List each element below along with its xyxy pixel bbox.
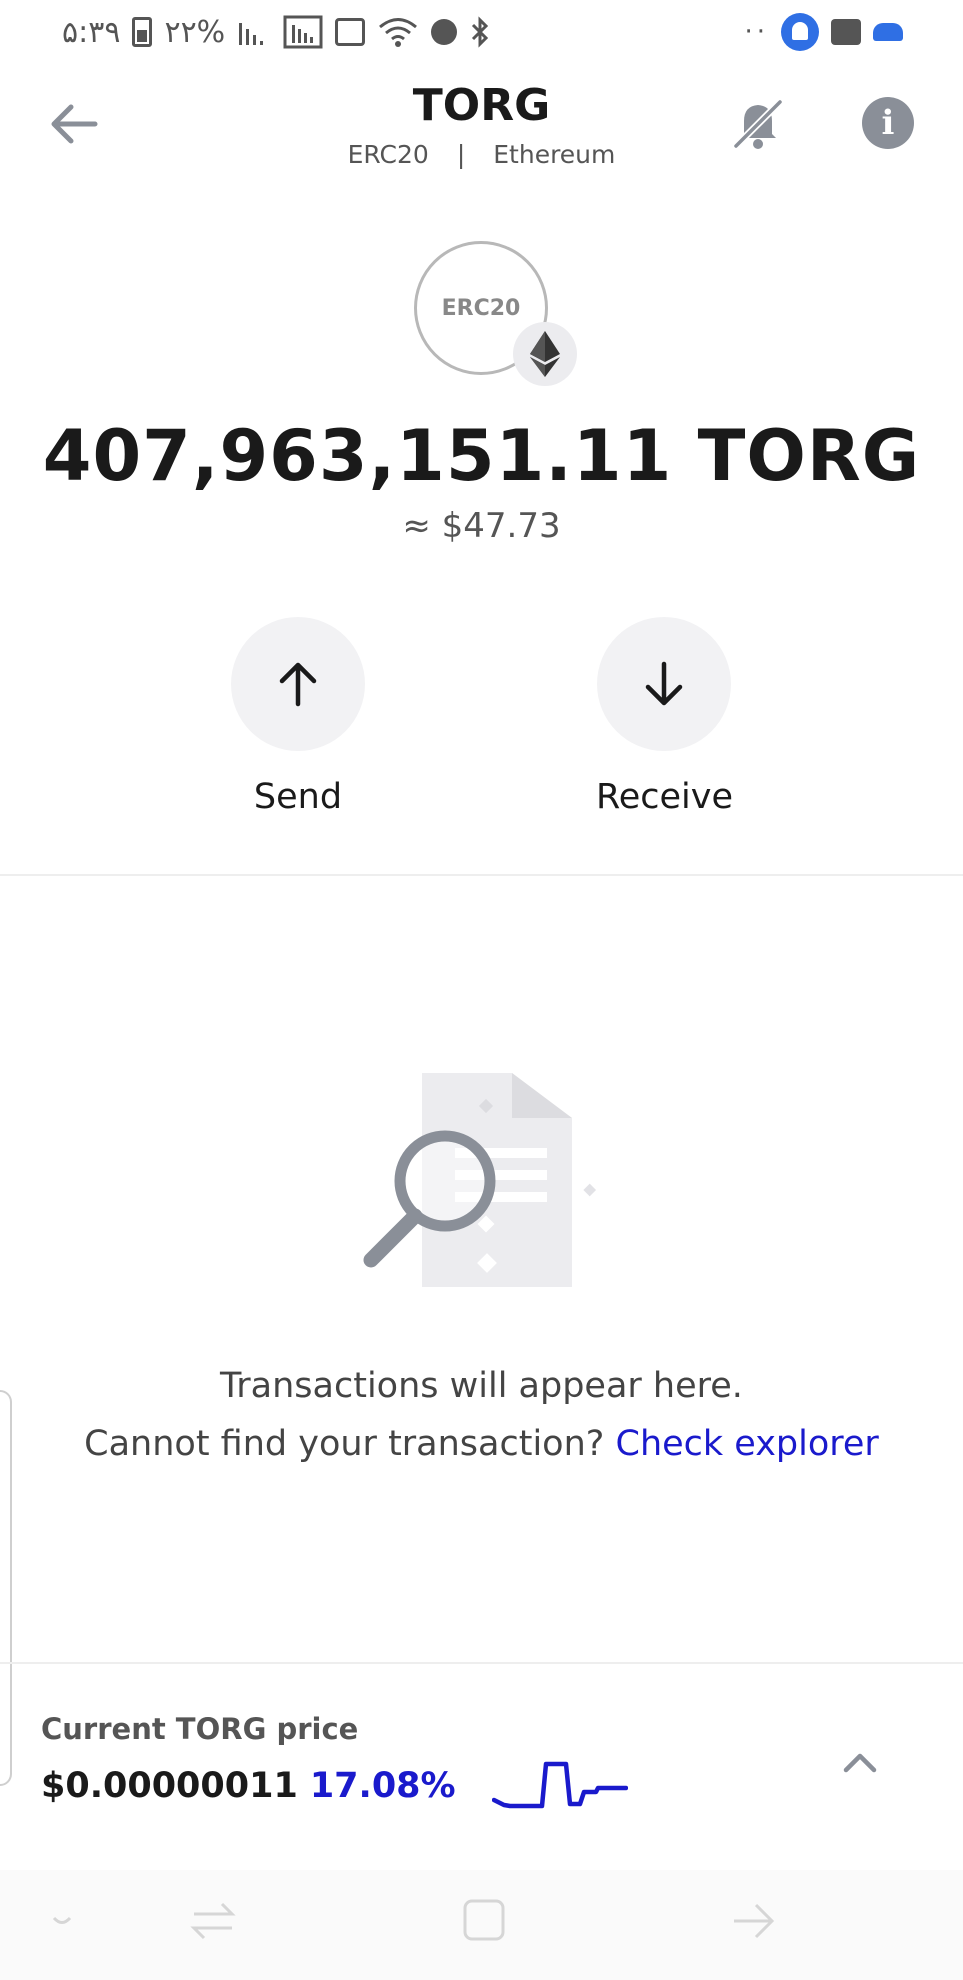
empty-state-message: Transactions will appear here. [220, 1366, 743, 1406]
more-notifications-icon: ·· [744, 17, 769, 47]
token-standard: ERC20 [347, 140, 429, 169]
system-nav-bar [0, 1870, 963, 1980]
top-app-bar: TORG ERC20 | Ethereum i [0, 64, 963, 184]
message-icon [335, 15, 366, 49]
info-icon: i [881, 103, 895, 143]
nav-dot-button[interactable] [52, 1912, 72, 1931]
screen: ۵:۳۹ ۲۲% ·· TORG ERC20 | Ethereum i ERC2… [0, 0, 963, 1980]
home-button[interactable] [462, 1898, 506, 1946]
bell-off-icon [733, 99, 783, 149]
token-balance: 407,963,151.11 TORG [42, 415, 921, 497]
status-time: ۵:۳۹ [62, 14, 121, 50]
status-bar-right: ·· [744, 13, 903, 51]
receive-label: Receive [596, 777, 734, 817]
status-bar: ۵:۳۹ ۲۲% ·· [0, 0, 963, 64]
price-change: 17.08% [309, 1766, 456, 1806]
subtitle-separator: | [456, 140, 466, 169]
check-explorer-link[interactable]: Check explorer [616, 1424, 879, 1464]
back-nav-button[interactable] [730, 1898, 776, 1948]
ethereum-icon [530, 331, 560, 377]
price-panel-toggle-button[interactable] [838, 1740, 882, 1784]
arrow-up-icon [279, 662, 317, 707]
price-row: $0.00000011 17.08% [41, 1758, 628, 1814]
wifi-icon [377, 15, 419, 49]
notification-bell-icon [781, 13, 819, 51]
page-subtitle: ERC20 | Ethereum [0, 140, 963, 169]
data-usage-icon [283, 15, 323, 49]
send-label: Send [253, 777, 343, 817]
back-nav-icon [734, 1903, 775, 1939]
empty-state-help: Cannot find your transaction? Check expl… [0, 1424, 963, 1464]
empty-state-help-text: Cannot find your transaction? [84, 1424, 605, 1464]
recent-apps-icon [190, 1902, 236, 1940]
section-divider [0, 874, 963, 876]
chevron-up-icon [843, 1753, 877, 1773]
cloud-icon [873, 23, 903, 41]
arrow-down-icon [645, 661, 683, 706]
bluetooth-icon [469, 15, 491, 49]
signal-icon [237, 15, 271, 49]
price-label: Current TORG price [41, 1712, 359, 1746]
chat-icon [831, 19, 861, 45]
edge-panel-handle[interactable] [0, 1390, 12, 1786]
notifications-toggle-button[interactable] [730, 96, 786, 152]
receive-button[interactable]: Receive [596, 617, 734, 817]
document-search-icon [360, 1070, 610, 1290]
page-title: TORG [412, 80, 551, 131]
send-button[interactable]: Send [230, 617, 366, 817]
recent-apps-button[interactable] [190, 1898, 236, 1948]
send-icon-circle [231, 617, 365, 751]
alarm-icon [431, 15, 458, 49]
fiat-balance: ≈ $47.73 [402, 506, 561, 546]
receive-icon-circle [597, 617, 731, 751]
home-icon [463, 1899, 505, 1941]
info-button[interactable]: i [862, 97, 914, 149]
network-badge [513, 322, 577, 386]
dot-icon [52, 1916, 72, 1924]
price-sparkline [491, 1761, 628, 1809]
battery-icon [132, 15, 153, 49]
status-bar-left: ۵:۳۹ ۲۲% [62, 15, 491, 50]
network-name: Ethereum [493, 140, 616, 169]
price-panel-divider [0, 1662, 963, 1664]
current-price: $0.00000011 [41, 1766, 298, 1806]
token-logo-text: ERC20 [441, 295, 521, 321]
status-battery-percent: ۲۲% [164, 14, 226, 50]
